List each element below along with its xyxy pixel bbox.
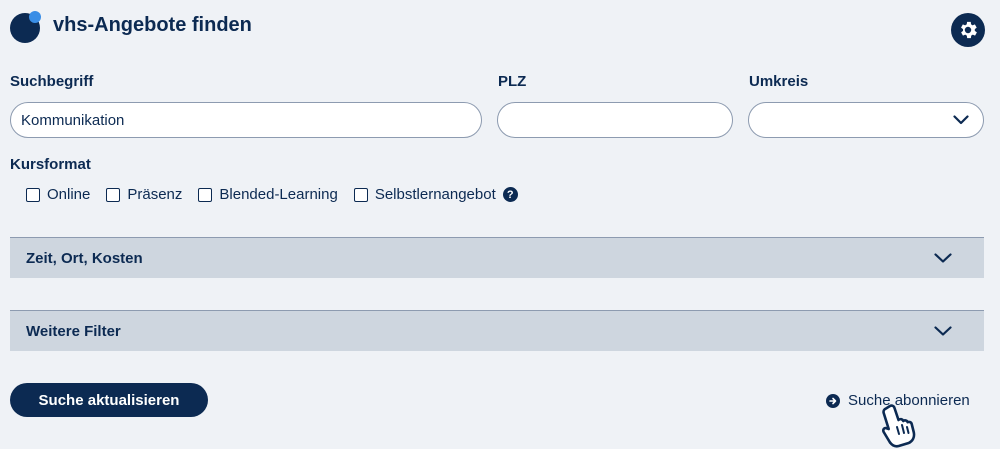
chevron-down-icon xyxy=(934,326,952,336)
accordion-weitere-filter[interactable]: Weitere Filter xyxy=(10,310,984,351)
checkbox-label: Online xyxy=(47,186,91,203)
page-title: vhs-Angebote finden xyxy=(53,14,252,36)
search-term-label: Suchbegriff xyxy=(10,73,94,90)
arrow-right-circle-icon xyxy=(826,393,840,408)
checkbox-box[interactable] xyxy=(353,187,368,202)
checkbox-selbstlernangebot[interactable]: Selbstlernangebot xyxy=(353,186,496,203)
question-circle-icon[interactable]: ? xyxy=(502,187,518,202)
checkbox-box[interactable] xyxy=(26,187,40,202)
checkbox-label: Blended-Learning xyxy=(219,186,338,203)
checkbox-box[interactable] xyxy=(106,187,121,202)
gear-icon xyxy=(961,21,977,39)
accordion-title: Zeit, Ort, Kosten xyxy=(26,249,143,267)
settings-button[interactable] xyxy=(951,13,985,47)
hand-pointer-cursor-icon xyxy=(882,404,916,448)
plz-input[interactable] xyxy=(497,102,733,138)
checkbox-blended-learning[interactable]: Blended-Learning xyxy=(198,186,338,203)
checkbox-label: Selbstlernangebot xyxy=(374,186,496,203)
chevron-down-icon xyxy=(934,253,952,263)
checkbox-box[interactable] xyxy=(198,187,213,202)
update-search-button[interactable]: Suche aktualisieren xyxy=(10,383,208,417)
checkbox-praesenz[interactable]: Präsenz xyxy=(106,186,182,203)
plz-label: PLZ xyxy=(498,73,527,90)
radius-label: Umkreis xyxy=(749,73,809,90)
checkbox-online[interactable]: Online xyxy=(26,186,90,203)
chevron-down-icon xyxy=(953,115,969,125)
radius-select[interactable] xyxy=(748,102,984,138)
search-term-input[interactable] xyxy=(10,102,482,138)
kursformat-options: Online Präsenz Blended-Learning Selbstle… xyxy=(26,186,518,203)
checkbox-label: Präsenz xyxy=(127,186,183,203)
kursformat-label: Kursformat xyxy=(10,156,91,173)
vhs-logo-icon xyxy=(10,11,41,43)
accordion-title: Weitere Filter xyxy=(26,322,121,340)
accordion-zeit-ort-kosten[interactable]: Zeit, Ort, Kosten xyxy=(10,237,984,278)
